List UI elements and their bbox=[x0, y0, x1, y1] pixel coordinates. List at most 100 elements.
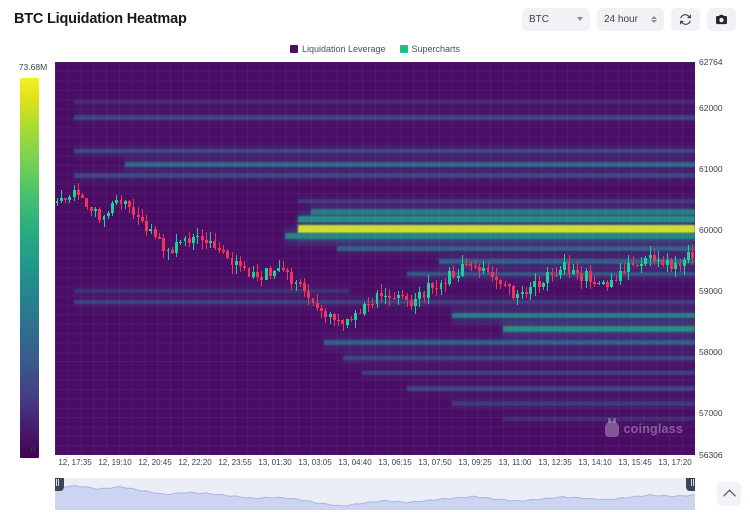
candle-body bbox=[328, 313, 332, 318]
x-axis-tick: 13, 14:10 bbox=[578, 458, 612, 467]
candle-body bbox=[281, 267, 285, 271]
collapse-button[interactable] bbox=[717, 482, 741, 506]
candle-wick bbox=[282, 260, 284, 273]
candle-body bbox=[290, 271, 294, 285]
x-axis-tick: 13, 07:50 bbox=[418, 458, 452, 467]
candle-body bbox=[324, 311, 328, 318]
candle-body bbox=[158, 237, 161, 239]
candle-body bbox=[136, 215, 140, 218]
candle-body bbox=[418, 292, 422, 299]
coinglass-watermark: coinglass bbox=[604, 418, 683, 437]
candle-body bbox=[350, 319, 353, 321]
candle-body bbox=[623, 271, 626, 273]
candle-body bbox=[128, 201, 131, 208]
x-axis-tick: 12, 23:55 bbox=[218, 458, 252, 467]
candle-body bbox=[204, 240, 208, 243]
candle-body bbox=[162, 237, 166, 252]
x-axis-tick: 12, 17:35 bbox=[58, 458, 92, 467]
candle-body bbox=[473, 265, 477, 267]
y-axis-tick: 60000 bbox=[699, 225, 723, 236]
candle-body bbox=[524, 292, 528, 294]
candle-body bbox=[593, 282, 597, 284]
candle-body bbox=[358, 312, 362, 314]
candle-body bbox=[98, 209, 102, 221]
y-axis-tick: 59000 bbox=[699, 286, 723, 297]
colorbar-min-label: 0 bbox=[30, 444, 36, 454]
candle-body bbox=[273, 270, 277, 277]
candle-body bbox=[601, 282, 605, 284]
candle-body bbox=[435, 288, 439, 290]
range-navigator[interactable] bbox=[55, 478, 695, 510]
candle-body bbox=[115, 200, 119, 204]
candle-body bbox=[495, 276, 498, 281]
legend-item-supercharts[interactable]: Supercharts bbox=[399, 44, 460, 54]
candle-body bbox=[145, 220, 149, 232]
candle-body bbox=[307, 291, 311, 299]
candle-body bbox=[507, 284, 511, 287]
watermark-label: coinglass bbox=[623, 422, 683, 436]
range-handle-right[interactable] bbox=[686, 478, 695, 491]
x-axis-tick: 13, 09:25 bbox=[458, 458, 492, 467]
candle-body bbox=[563, 262, 567, 270]
camera-button[interactable] bbox=[707, 7, 736, 31]
candle-body bbox=[678, 263, 682, 267]
candle-body bbox=[311, 298, 315, 303]
legend-swatch-liquidation-leverage bbox=[289, 45, 298, 53]
candle-body bbox=[670, 259, 673, 269]
candle-body bbox=[665, 259, 669, 265]
candle-body bbox=[499, 280, 503, 285]
heatmap-plot-area[interactable]: coinglass bbox=[55, 62, 695, 455]
candle-body bbox=[187, 238, 191, 243]
candle-body bbox=[465, 264, 469, 266]
timeframe-stepper[interactable]: 24 hour bbox=[597, 7, 664, 31]
candle-body bbox=[584, 271, 588, 281]
candle-body bbox=[443, 282, 447, 285]
candle-wick bbox=[457, 268, 459, 282]
candle-body bbox=[68, 196, 72, 201]
candle-body bbox=[59, 198, 63, 201]
candle-body bbox=[478, 266, 481, 272]
x-axis-tick: 13, 12:35 bbox=[538, 458, 572, 467]
candle-body bbox=[298, 282, 302, 284]
candle-body bbox=[222, 250, 225, 252]
candle-body bbox=[226, 250, 230, 258]
candle-body bbox=[384, 295, 387, 298]
candle-body bbox=[354, 312, 358, 320]
candle-body bbox=[448, 270, 451, 285]
legend-item-liquidation-leverage[interactable]: Liquidation Leverage bbox=[289, 44, 386, 54]
candle-body bbox=[200, 235, 204, 241]
candle-wick bbox=[60, 189, 62, 203]
candle-body bbox=[243, 265, 247, 269]
symbol-select[interactable]: BTC bbox=[522, 7, 590, 31]
candle-body bbox=[320, 307, 323, 312]
candle-wick bbox=[551, 268, 553, 283]
camera-icon bbox=[716, 14, 727, 24]
candle-wick bbox=[397, 291, 399, 306]
candle-body bbox=[550, 271, 554, 275]
chevron-up-icon bbox=[722, 489, 736, 502]
candle-body bbox=[89, 206, 93, 211]
candle-body bbox=[213, 241, 217, 249]
x-axis-tick: 12, 22:20 bbox=[178, 458, 212, 467]
range-handle-left[interactable] bbox=[55, 478, 64, 491]
candle-body bbox=[183, 238, 187, 242]
candle-body bbox=[567, 262, 571, 275]
candle-body bbox=[149, 229, 153, 232]
y-axis-tick: 62764 bbox=[699, 57, 723, 67]
candle-body bbox=[102, 215, 106, 221]
candle-body bbox=[682, 259, 686, 267]
x-axis-tick: 13, 01:30 bbox=[258, 458, 292, 467]
liquidation-heatmap-app: BTC Liquidation Heatmap BTC 24 hour Liqu… bbox=[0, 0, 750, 515]
candle-body bbox=[260, 277, 264, 280]
candle-body bbox=[239, 261, 242, 266]
candle-body bbox=[652, 254, 656, 262]
legend-swatch-supercharts bbox=[399, 45, 408, 53]
candle-body bbox=[362, 303, 366, 314]
candle-body bbox=[469, 264, 473, 266]
candle-body bbox=[426, 283, 430, 299]
candle-body bbox=[486, 268, 490, 273]
candle-body bbox=[388, 295, 392, 298]
refresh-button[interactable] bbox=[671, 7, 700, 31]
candle-body bbox=[375, 292, 379, 305]
candle-body bbox=[196, 235, 200, 238]
